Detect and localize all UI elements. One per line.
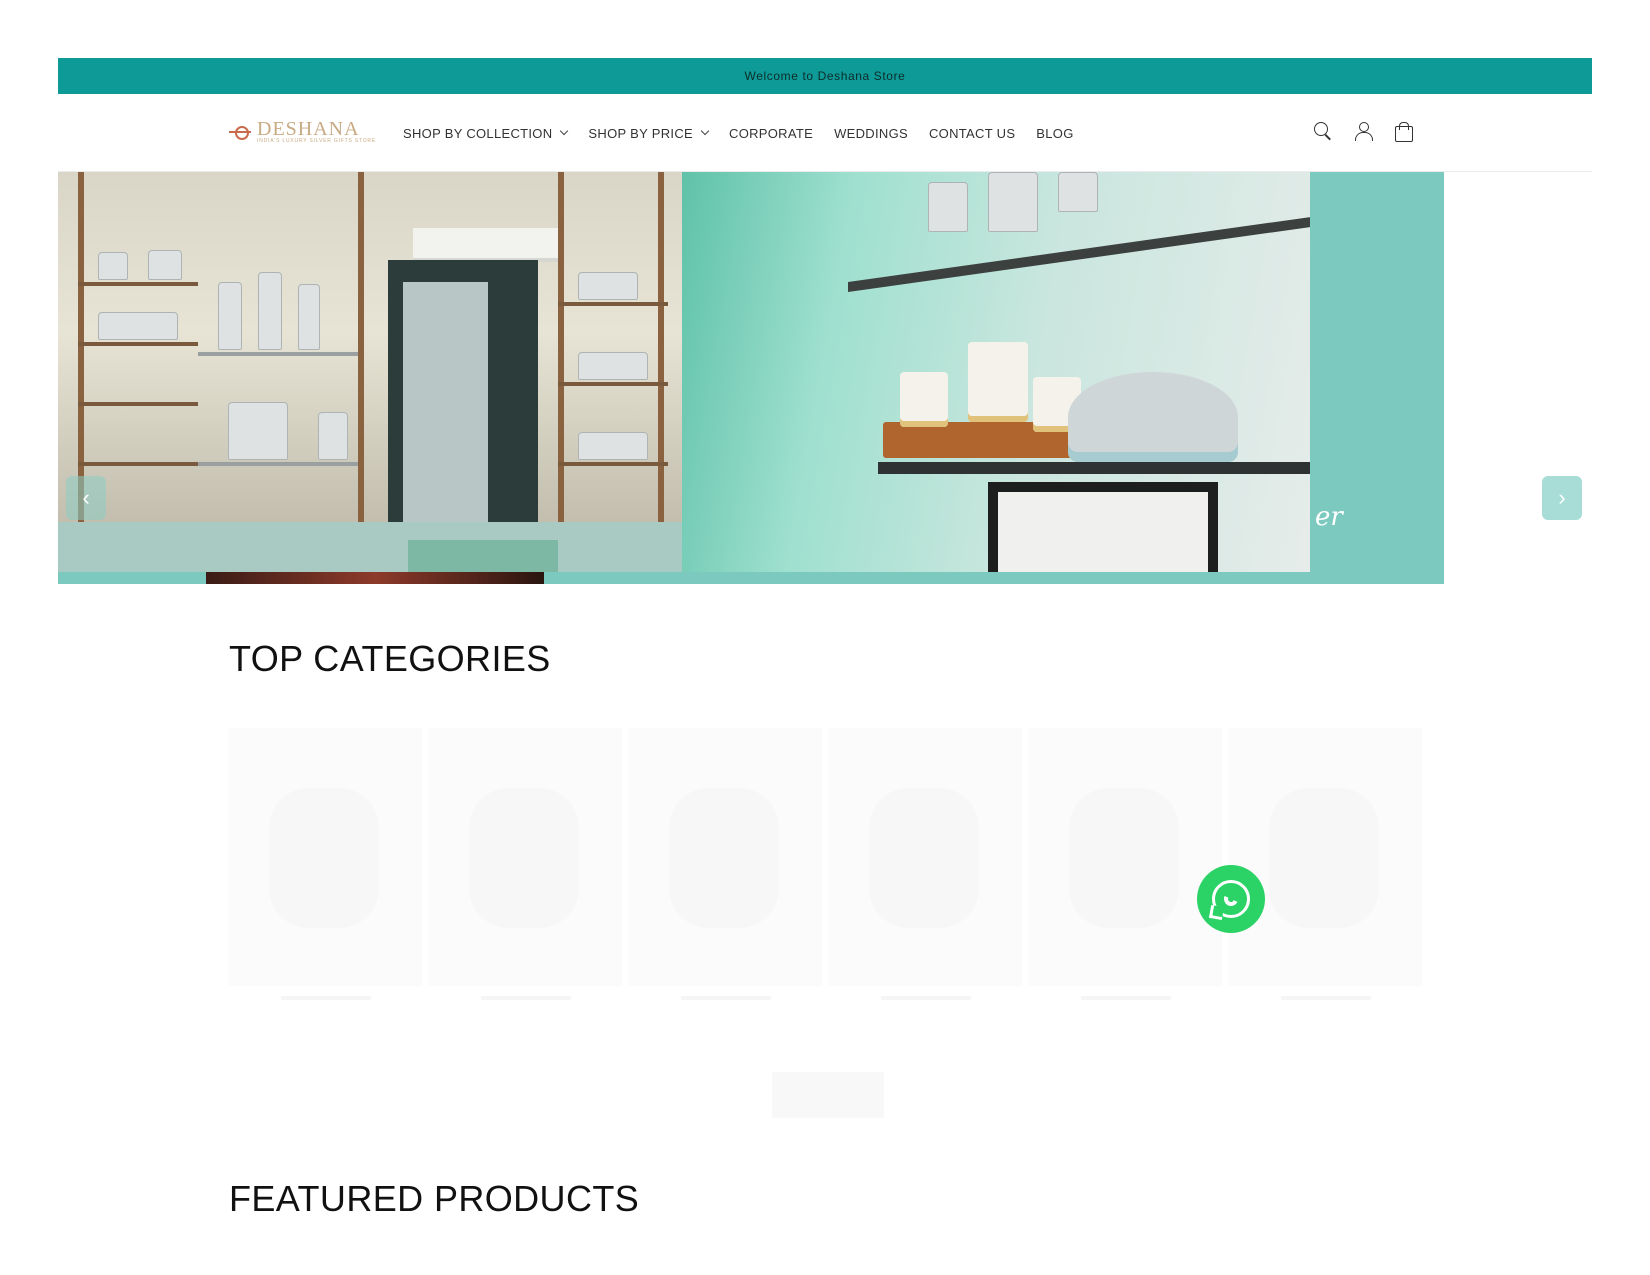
air-conditioner — [413, 228, 563, 262]
category-image — [869, 788, 979, 928]
silver-item — [98, 252, 128, 280]
silver-lamp — [318, 412, 348, 460]
shelf — [558, 382, 668, 386]
category-card[interactable] — [829, 728, 1022, 1000]
category-image — [669, 788, 779, 928]
silver-lamp — [258, 272, 282, 350]
hero-next-slide-peek — [206, 572, 544, 584]
category-label — [1229, 996, 1422, 1006]
site-header: DESHANA INDIA'S LUXURY SILVER GIFTS STOR… — [58, 94, 1592, 172]
slide-prev-button[interactable]: ‹ — [66, 476, 106, 520]
category-label — [429, 996, 622, 1006]
nav-shop-by-collection[interactable]: SHOP BY COLLECTION — [403, 125, 569, 141]
hero-store-photo — [58, 172, 682, 572]
shelf — [78, 462, 198, 466]
slide-next-button[interactable]: › — [1542, 476, 1582, 520]
picture-frame — [988, 482, 1218, 572]
phone-icon — [1222, 890, 1240, 908]
category-card[interactable] — [429, 728, 622, 1000]
category-grid — [229, 728, 1422, 1000]
cart-icon[interactable] — [1391, 119, 1415, 143]
silver-lamp — [218, 282, 242, 350]
whatsapp-icon — [1212, 880, 1250, 918]
shelf — [78, 402, 198, 406]
category-image — [1069, 788, 1179, 928]
category-image — [269, 788, 379, 928]
shelf-post — [558, 172, 564, 532]
nav-label: CORPORATE — [729, 125, 814, 141]
shelf — [558, 302, 668, 306]
view-all-button[interactable] — [772, 1072, 884, 1118]
silver-goblet — [1058, 172, 1098, 212]
nav-label: BLOG — [1036, 125, 1074, 141]
announcement-text: Welcome to Deshana Store — [744, 69, 906, 83]
shelf — [558, 462, 668, 466]
announcement-bar: Welcome to Deshana Store — [58, 58, 1592, 94]
category-card[interactable] — [229, 728, 422, 1000]
silver-lamp — [298, 284, 320, 350]
logo-tagline: INDIA'S LUXURY SILVER GIFTS STORE — [257, 138, 376, 144]
main-nav: SHOP BY COLLECTION SHOP BY PRICE CORPORA… — [403, 94, 1095, 172]
nav-label: SHOP BY COLLECTION — [403, 125, 553, 141]
logo-wordmark: DESHANA — [257, 118, 360, 140]
desk — [408, 540, 558, 572]
silver-goblet — [988, 172, 1038, 232]
silver-item — [578, 272, 638, 300]
silver-item — [578, 432, 648, 460]
category-label — [629, 996, 822, 1006]
silver-candelabra — [228, 402, 288, 460]
whatsapp-chat-button[interactable] — [1197, 865, 1265, 933]
category-card[interactable] — [629, 728, 822, 1000]
glass-shelf — [878, 462, 1310, 474]
nav-label: CONTACT US — [928, 125, 1016, 141]
shelf — [78, 282, 198, 286]
featured-products-heading: FEATURED PRODUCTS — [229, 1178, 640, 1219]
category-card[interactable] — [1029, 728, 1222, 1000]
category-image — [1269, 788, 1379, 928]
nav-shop-by-price[interactable]: SHOP BY PRICE — [588, 125, 710, 141]
brand-logo[interactable]: DESHANA INDIA'S LUXURY SILVER GIFTS STOR… — [229, 118, 377, 144]
tea-cup — [900, 372, 948, 427]
top-categories-heading: TOP CATEGORIES — [229, 638, 551, 679]
shelf-post — [658, 172, 664, 532]
glass-shelf — [198, 462, 358, 466]
nav-label: WEDDINGS — [834, 125, 908, 141]
page-frame: Welcome to Deshana Store DESHANA INDIA'S… — [58, 58, 1592, 1275]
nav-blog[interactable]: BLOG — [1036, 126, 1073, 141]
tea-kettle — [968, 342, 1028, 422]
nav-label: SHOP BY PRICE — [588, 125, 693, 141]
silver-goblet — [928, 182, 968, 232]
glass-shelf — [198, 352, 358, 356]
nav-corporate[interactable]: CORPORATE — [729, 126, 813, 141]
silver-teapot — [1068, 372, 1238, 462]
shelf-post — [358, 172, 364, 532]
shelf — [78, 342, 198, 346]
hero-slideshow: er ‹ › — [58, 172, 1592, 592]
category-label — [829, 996, 1022, 1006]
account-icon[interactable] — [1351, 119, 1375, 143]
search-icon[interactable] — [1311, 119, 1335, 143]
silver-item — [578, 352, 648, 380]
chevron-down-icon — [560, 126, 569, 136]
hero-script-text: er — [1315, 502, 1343, 532]
silver-item — [98, 312, 178, 340]
chevron-down-icon — [700, 126, 710, 136]
category-card[interactable] — [1229, 728, 1422, 1000]
nav-contact-us[interactable]: CONTACT US — [929, 126, 1015, 141]
category-label — [229, 996, 422, 1006]
door-glass — [403, 282, 488, 522]
display-counter — [58, 522, 682, 572]
category-label — [1029, 996, 1222, 1006]
header-icons — [1311, 119, 1415, 143]
category-image — [469, 788, 579, 928]
logo-emblem-icon — [229, 125, 251, 140]
nav-weddings[interactable]: WEDDINGS — [834, 126, 908, 141]
silver-item — [148, 250, 182, 280]
